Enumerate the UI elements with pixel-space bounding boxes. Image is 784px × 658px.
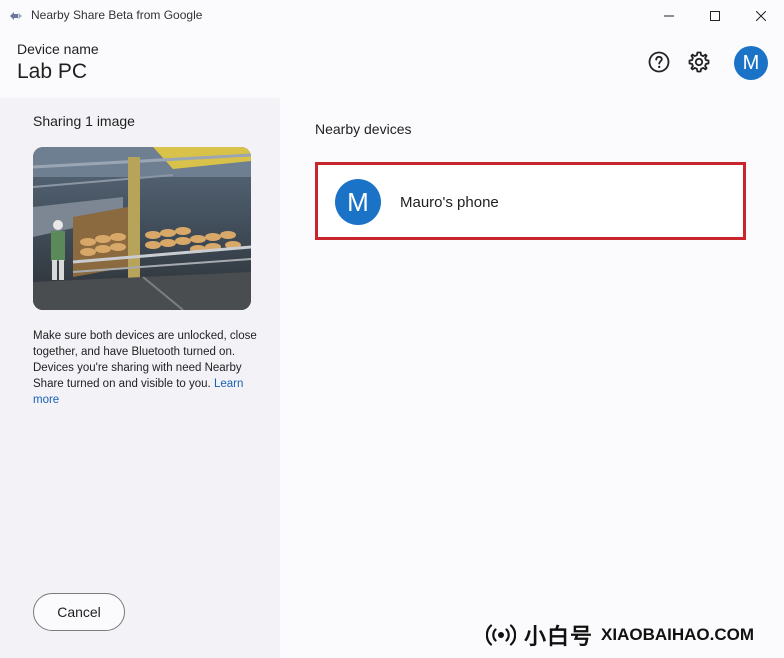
title-bar[interactable]: Nearby Share Beta from Google: [0, 0, 784, 32]
account-avatar-letter: M: [742, 51, 760, 74]
window-title: Nearby Share Beta from Google: [31, 8, 203, 22]
shared-image-preview: [33, 147, 251, 310]
nearby-device-item[interactable]: M Mauro's phone: [315, 162, 746, 240]
watermark-site: XIAOBAIHAO.COM: [601, 625, 755, 644]
gear-icon: [688, 51, 710, 73]
app-window: Nearby Share Beta from Google Device nam…: [0, 0, 784, 658]
nearby-devices-title: Nearby devices: [315, 121, 412, 137]
device-name-label: Device name: [17, 41, 99, 57]
maximize-button[interactable]: [692, 0, 738, 32]
minimize-icon: [664, 15, 674, 17]
watermark-brand: 小白号: [524, 624, 594, 649]
sharing-title: Sharing 1 image: [33, 113, 135, 129]
sharing-instructions: Make sure both devices are unlocked, clo…: [33, 328, 258, 408]
help-circle-icon: [648, 51, 670, 73]
account-avatar[interactable]: M: [734, 46, 768, 80]
device-name-value[interactable]: Lab PC: [17, 60, 87, 84]
cancel-button[interactable]: Cancel: [33, 593, 125, 631]
maximize-icon: [710, 11, 720, 21]
nearby-share-icon: [10, 12, 22, 20]
broadcast-icon: [486, 624, 516, 646]
cancel-button-label: Cancel: [57, 604, 101, 620]
settings-button[interactable]: [685, 48, 713, 76]
close-button[interactable]: [738, 0, 784, 32]
device-item-name: Mauro's phone: [400, 194, 499, 211]
help-button[interactable]: [645, 48, 673, 76]
minimize-button[interactable]: [646, 0, 692, 32]
factory-photo-icon: [33, 147, 251, 310]
device-avatar: M: [335, 179, 381, 225]
close-icon: [756, 11, 766, 21]
watermark-badge: 小白号 XIAOBAIHAO.COM: [486, 620, 754, 650]
device-avatar-letter: M: [347, 186, 369, 217]
